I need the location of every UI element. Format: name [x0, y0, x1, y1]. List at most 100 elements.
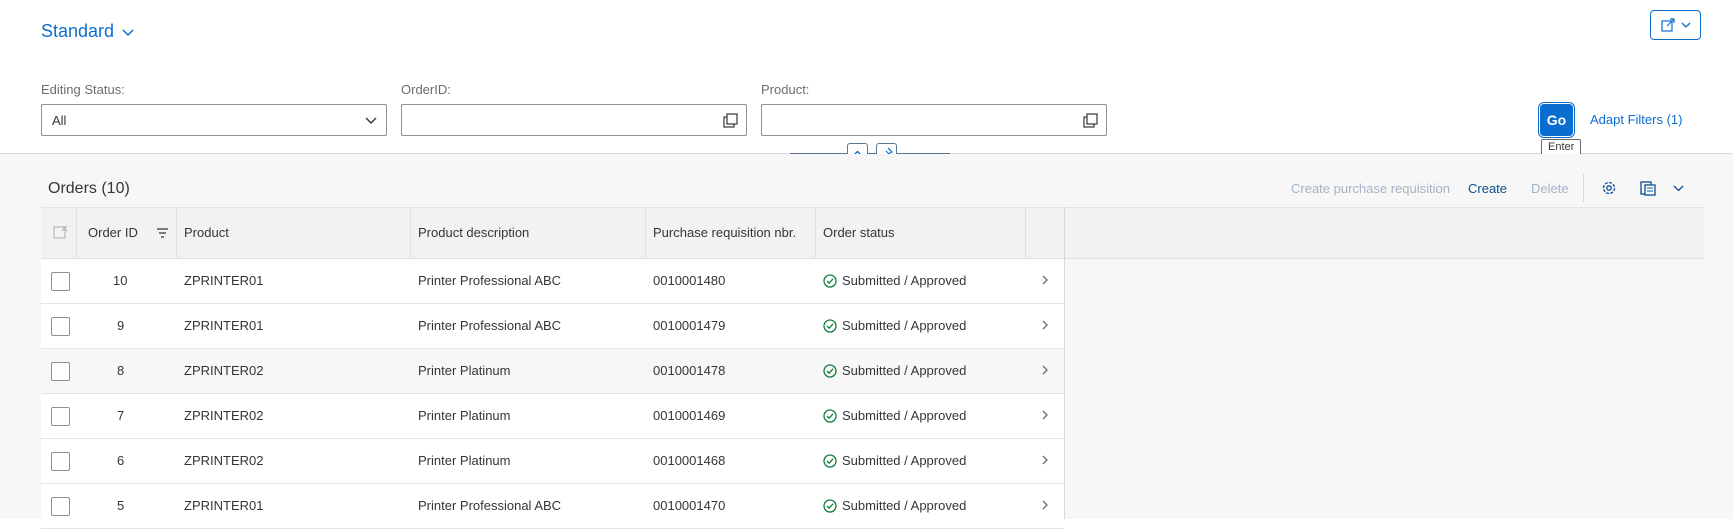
column-header-order-id[interactable]: Order ID — [88, 208, 138, 258]
column-separator — [76, 208, 77, 258]
cell-product: ZPRINTER01 — [184, 318, 264, 333]
export-icon[interactable] — [1639, 179, 1657, 197]
editing-status-select[interactable]: All — [41, 104, 387, 136]
column-separator — [1025, 208, 1026, 258]
sort-icon — [157, 228, 168, 238]
row-navigation-icon[interactable] — [1041, 364, 1049, 376]
cell-order-status: Submitted / Approved — [823, 349, 966, 393]
cell-order-status: Submitted / Approved — [823, 394, 966, 438]
cell-product-description: Printer Professional ABC — [418, 273, 562, 288]
cell-order-id: 8 — [117, 363, 125, 378]
cell-product-description: Printer Platinum — [418, 363, 511, 378]
cell-order-id: 10 — [113, 273, 128, 288]
filter-label-orderid: OrderID: — [401, 82, 451, 97]
column-header-purchase-requisition[interactable]: Purchase requisition nbr. — [653, 208, 796, 258]
filter-bar-header: Standard Editing Status: All OrderID: Pr… — [0, 0, 1733, 156]
filter-label-product: Product: — [761, 82, 810, 97]
table-header: Order ID Product Product description Pur… — [41, 207, 1064, 259]
cell-purchase-requisition: 0010001480 — [653, 273, 726, 288]
row-navigation-icon[interactable] — [1041, 274, 1049, 286]
column-separator — [645, 208, 646, 258]
cell-purchase-requisition: 0010001470 — [653, 498, 726, 513]
cell-purchase-requisition: 0010001478 — [653, 363, 726, 378]
row-navigation-icon[interactable] — [1041, 319, 1049, 331]
table-row[interactable]: 6 ZPRINTER02 Printer Platinum 0010001468… — [41, 439, 1064, 484]
row-checkbox[interactable] — [51, 497, 70, 516]
share-icon — [1660, 18, 1675, 32]
status-text: Submitted / Approved — [842, 408, 967, 423]
delete-button[interactable]: Delete — [1531, 181, 1569, 196]
orders-table: Order ID Product Product description Pur… — [41, 207, 1064, 529]
adapt-filters-link[interactable]: Adapt Filters (1) — [1590, 112, 1682, 127]
cell-order-id: 5 — [117, 498, 125, 513]
column-header-product-description[interactable]: Product description — [418, 208, 529, 258]
chevron-down-icon[interactable] — [364, 113, 378, 127]
filter-label-editing-status: Editing Status: — [41, 82, 125, 97]
create-button[interactable]: Create — [1468, 181, 1507, 196]
table-row[interactable]: 5 ZPRINTER01 Printer Professional ABC 00… — [41, 484, 1064, 529]
go-button[interactable]: Go — [1540, 104, 1573, 136]
status-text: Submitted / Approved — [842, 498, 967, 513]
table-header-filler — [1064, 207, 1704, 259]
table-title: Orders (10) — [48, 180, 130, 197]
value-help-icon[interactable] — [723, 113, 738, 128]
chevron-down-icon — [1681, 22, 1690, 28]
column-separator — [410, 208, 411, 258]
row-navigation-icon[interactable] — [1041, 454, 1049, 466]
column-header-product[interactable]: Product — [184, 208, 229, 258]
status-text: Submitted / Approved — [842, 318, 967, 333]
status-text: Submitted / Approved — [842, 363, 967, 378]
create-purchase-requisition-button[interactable]: Create purchase requisition — [1291, 181, 1450, 196]
product-input[interactable] — [761, 104, 1107, 136]
row-checkbox[interactable] — [51, 407, 70, 426]
toolbar-separator — [1583, 174, 1584, 202]
cell-purchase-requisition: 0010001479 — [653, 318, 726, 333]
row-checkbox[interactable] — [51, 452, 70, 471]
row-navigation-icon[interactable] — [1041, 409, 1049, 421]
cell-product: ZPRINTER02 — [184, 363, 264, 378]
value-help-icon[interactable] — [1083, 113, 1098, 128]
status-text: Submitted / Approved — [842, 453, 967, 468]
cell-product-description: Printer Professional ABC — [418, 318, 562, 333]
select-all-icon[interactable] — [53, 225, 68, 240]
status-check-icon — [823, 364, 837, 378]
cell-order-id: 6 — [117, 453, 125, 468]
cell-product-description: Printer Professional ABC — [418, 498, 562, 513]
status-text: Submitted / Approved — [842, 273, 967, 288]
chevron-down-icon[interactable] — [1673, 185, 1684, 192]
cell-product: ZPRINTER02 — [184, 408, 264, 423]
column-header-order-status[interactable]: Order status — [823, 208, 895, 258]
table-row[interactable]: 7 ZPRINTER02 Printer Platinum 0010001469… — [41, 394, 1064, 439]
chevron-down-icon — [122, 29, 134, 37]
status-check-icon — [823, 274, 837, 288]
row-checkbox[interactable] — [51, 362, 70, 381]
table-row[interactable]: 10 ZPRINTER01 Printer Professional ABC 0… — [41, 259, 1064, 304]
variant-label: Standard — [41, 21, 115, 41]
status-check-icon — [823, 319, 837, 333]
column-separator — [176, 208, 177, 258]
status-check-icon — [823, 499, 837, 513]
settings-icon[interactable] — [1601, 180, 1617, 196]
cell-product-description: Printer Platinum — [418, 453, 511, 468]
cell-order-status: Submitted / Approved — [823, 304, 966, 348]
cell-product: ZPRINTER01 — [184, 273, 264, 288]
table-right-border — [1064, 207, 1065, 519]
cell-order-status: Submitted / Approved — [823, 259, 966, 303]
cell-purchase-requisition: 0010001468 — [653, 453, 726, 468]
variant-selector[interactable]: Standard — [41, 21, 134, 42]
cell-purchase-requisition: 0010001469 — [653, 408, 726, 423]
column-separator — [815, 208, 816, 258]
share-button[interactable] — [1650, 10, 1701, 40]
cell-order-id: 9 — [117, 318, 125, 333]
cell-order-id: 7 — [117, 408, 125, 423]
table-row[interactable]: 8 ZPRINTER02 Printer Platinum 0010001478… — [41, 349, 1064, 394]
row-checkbox[interactable] — [51, 317, 70, 336]
cell-product: ZPRINTER01 — [184, 498, 264, 513]
row-checkbox[interactable] — [51, 272, 70, 291]
row-navigation-icon[interactable] — [1041, 499, 1049, 511]
table-row[interactable]: 9 ZPRINTER01 Printer Professional ABC 00… — [41, 304, 1064, 349]
cell-product-description: Printer Platinum — [418, 408, 511, 423]
status-check-icon — [823, 454, 837, 468]
orderid-input[interactable] — [401, 104, 747, 136]
cell-product: ZPRINTER02 — [184, 453, 264, 468]
